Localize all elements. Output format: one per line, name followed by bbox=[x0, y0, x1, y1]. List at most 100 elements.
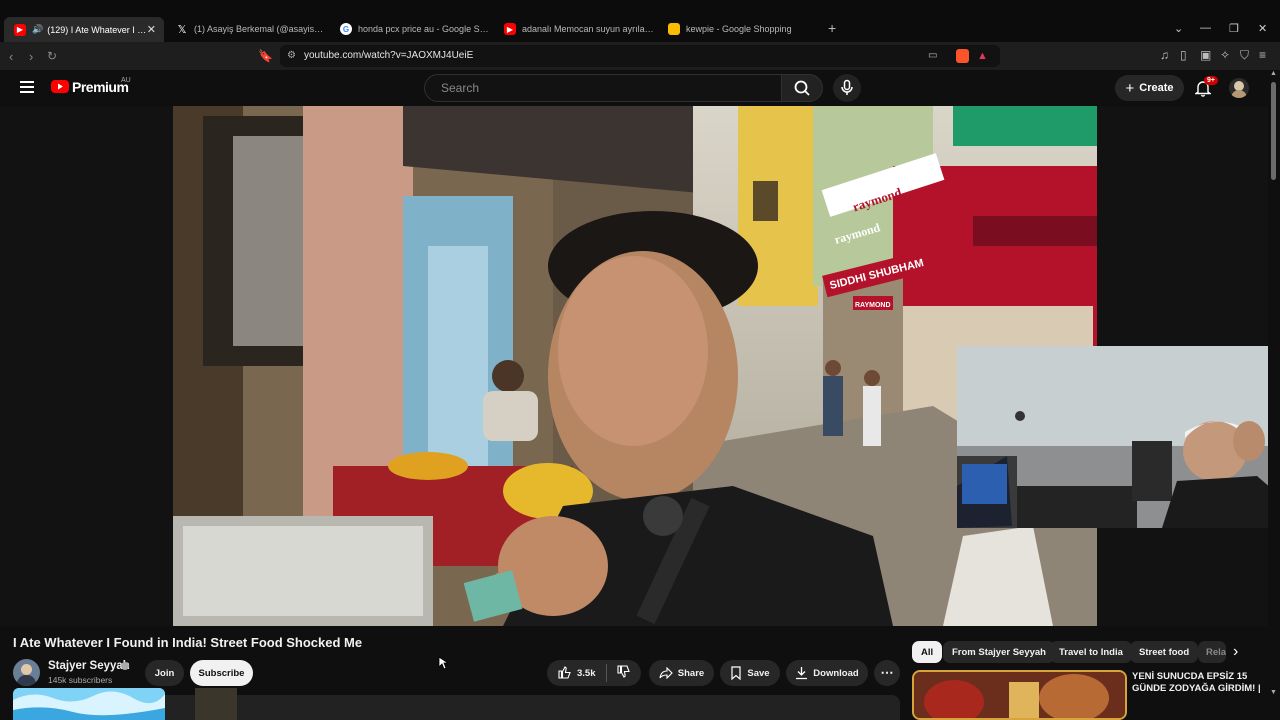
browser-tab-google-shopping[interactable]: kewpie - Google Shopping bbox=[658, 18, 818, 40]
browser-tab-strip: ▶ 🔊 (129) I Ate Whatever I Found ✕ 𝕏 (1)… bbox=[0, 0, 1280, 42]
notifications-button[interactable]: 9+ bbox=[1193, 76, 1218, 102]
share-button[interactable]: Share bbox=[649, 660, 714, 686]
region-code: AU bbox=[121, 77, 131, 84]
back-icon[interactable]: ‹ bbox=[9, 49, 13, 64]
browser-tab-google-search[interactable]: G honda pcx price au - Google Search bbox=[330, 18, 490, 40]
subscribe-button[interactable]: Subscribe bbox=[190, 660, 253, 686]
recommended-title-line2: GÜNDE ZODYAĞA GİRDİM! | bbox=[1132, 683, 1261, 694]
webcam-frame bbox=[957, 346, 1280, 528]
scroll-up-icon[interactable]: ▲ bbox=[1270, 70, 1277, 77]
youtube-logo-icon[interactable] bbox=[51, 80, 69, 93]
save-button[interactable]: Save bbox=[720, 660, 780, 686]
leo-ai-icon[interactable]: ✧ bbox=[1220, 48, 1230, 62]
avatar[interactable] bbox=[1229, 78, 1249, 98]
guide-menu-icon[interactable] bbox=[20, 81, 34, 93]
recommended-thumbnail[interactable] bbox=[912, 670, 1127, 720]
more-horizontal-icon: ⋯ bbox=[880, 665, 894, 680]
mouse-cursor-icon bbox=[438, 656, 450, 675]
search-icon bbox=[794, 80, 810, 96]
youtube-icon: ▶ bbox=[504, 23, 516, 35]
channel-name[interactable]: Stajyer Seyyah bbox=[48, 660, 130, 672]
tab-title: kewpie - Google Shopping bbox=[686, 24, 792, 34]
tab-title: adanalı Memocan suyun ayrılarıyla oy bbox=[522, 24, 654, 34]
url-text: youtube.com/watch?v=JAOXMJ4UeiE bbox=[304, 50, 474, 61]
tab-title: (129) I Ate Whatever I Found bbox=[47, 24, 147, 35]
share-label: Share bbox=[677, 667, 705, 679]
thumbs-up-icon bbox=[558, 665, 571, 679]
google-icon: G bbox=[340, 23, 352, 35]
search-input[interactable]: Search bbox=[424, 74, 782, 102]
google-shopping-icon bbox=[668, 23, 680, 35]
wallet-icon[interactable]: ▣ bbox=[1200, 48, 1211, 62]
browser-tab-youtube-video[interactable]: ▶ 🔊 (129) I Ate Whatever I Found ✕ bbox=[4, 17, 164, 42]
youtube-masthead: Premium AU Search + Create 9+ bbox=[0, 70, 1268, 106]
create-label: Create bbox=[1139, 82, 1174, 94]
menu-icon[interactable]: ≡ bbox=[1259, 48, 1266, 62]
music-icon[interactable]: ♫ bbox=[1160, 48, 1169, 62]
like-divider bbox=[605, 664, 607, 682]
play-icon bbox=[58, 83, 63, 90]
join-button[interactable]: Join bbox=[145, 660, 184, 686]
chip-all[interactable]: All bbox=[912, 641, 943, 663]
sidebar-icon[interactable]: ▯ bbox=[1180, 48, 1187, 62]
youtube-premium-logo[interactable]: Premium bbox=[72, 79, 129, 95]
like-count: 3.5k bbox=[577, 667, 596, 679]
speaker-icon: 🔊 bbox=[32, 24, 44, 34]
tab-title: honda pcx price au - Google Search bbox=[358, 24, 490, 34]
scroll-down-icon[interactable]: ▼ bbox=[1270, 689, 1277, 696]
browser-toolbar: ‹ › ↻ 🔖 ⚙ youtube.com/watch?v=JAOXMJ4Uei… bbox=[0, 42, 1280, 70]
like-dislike-group: 3.5k bbox=[547, 660, 641, 686]
tab-list-icon[interactable]: ⌄ bbox=[1174, 22, 1183, 35]
scrollbar-thumb[interactable] bbox=[1271, 82, 1276, 180]
voice-search-button[interactable] bbox=[833, 74, 861, 102]
site-info-icon[interactable]: ⚙ bbox=[287, 45, 296, 67]
bookmark-icon bbox=[731, 666, 742, 680]
close-window-icon[interactable]: ✕ bbox=[1258, 22, 1267, 35]
share-icon bbox=[659, 667, 673, 679]
download-label: Download bbox=[813, 667, 859, 679]
new-tab-button[interactable]: + bbox=[828, 20, 836, 36]
like-button[interactable] bbox=[557, 665, 571, 682]
close-tab-icon[interactable]: ✕ bbox=[147, 23, 156, 36]
download-icon bbox=[796, 667, 808, 680]
browser-tab-x[interactable]: 𝕏 (1) Asayiş Berkemal (@asayisberkem bbox=[166, 18, 326, 40]
forward-icon[interactable]: › bbox=[29, 49, 33, 64]
brave-rewards-icon[interactable]: ▲ bbox=[977, 45, 988, 67]
chip-related[interactable]: Rela bbox=[1198, 641, 1226, 663]
tab-title: (1) Asayiş Berkemal (@asayisberkem bbox=[194, 24, 326, 34]
recommended-title-line1: YENİ SUNUCDA EPSİZ 15 bbox=[1132, 671, 1248, 682]
download-button[interactable]: Download bbox=[786, 660, 868, 686]
restore-icon[interactable]: ❐ bbox=[1229, 22, 1239, 35]
brave-shield-icon[interactable] bbox=[956, 49, 969, 63]
thumbnail-image bbox=[195, 688, 237, 720]
sign-raymond-low: RAYMOND bbox=[855, 302, 891, 309]
dislike-button[interactable] bbox=[616, 664, 630, 682]
vpn-icon[interactable]: ⛉ bbox=[1240, 48, 1249, 63]
verified-badge-icon bbox=[121, 662, 129, 670]
minimize-icon[interactable]: — bbox=[1200, 22, 1211, 34]
channel-avatar[interactable] bbox=[13, 659, 40, 686]
search-button[interactable] bbox=[781, 74, 823, 102]
notification-badge: 9+ bbox=[1204, 76, 1218, 85]
chip-street-food[interactable]: Street food bbox=[1130, 641, 1199, 663]
webcam-overlay bbox=[957, 346, 1280, 528]
recommended-title[interactable]: YENİ SUNUCDA EPSİZ 15 GÜNDE ZODYAĞA GİRD… bbox=[1132, 671, 1261, 695]
subscriber-count: 145k subscribers bbox=[48, 675, 113, 685]
chip-travel-india[interactable]: Travel to India bbox=[1050, 641, 1132, 663]
cast-icon[interactable]: ▭ bbox=[928, 45, 937, 67]
microphone-icon bbox=[841, 79, 853, 95]
create-button[interactable]: + Create bbox=[1115, 75, 1184, 101]
video-title: I Ate Whatever I Found in India! Street … bbox=[13, 635, 363, 650]
x-icon: 𝕏 bbox=[177, 23, 187, 36]
browser-tab-youtube-2[interactable]: ▶ adanalı Memocan suyun ayrılarıyla oy bbox=[494, 18, 654, 40]
page-scrollbar[interactable]: ▲ ▼ bbox=[1268, 70, 1280, 720]
more-actions-button[interactable]: ⋯ bbox=[874, 660, 900, 686]
chip-from-channel[interactable]: From Stajyer Seyyah bbox=[943, 641, 1055, 663]
reload-icon[interactable]: ↻ bbox=[47, 49, 57, 63]
address-bar[interactable]: ⚙ youtube.com/watch?v=JAOXMJ4UeiE ▭ ▲ bbox=[280, 45, 1000, 67]
thumbs-down-icon bbox=[616, 664, 630, 678]
save-label: Save bbox=[747, 667, 770, 679]
bookmark-icon[interactable]: 🔖 bbox=[258, 49, 273, 63]
chevron-right-icon[interactable]: › bbox=[1233, 643, 1238, 661]
youtube-icon: ▶ bbox=[14, 23, 26, 36]
